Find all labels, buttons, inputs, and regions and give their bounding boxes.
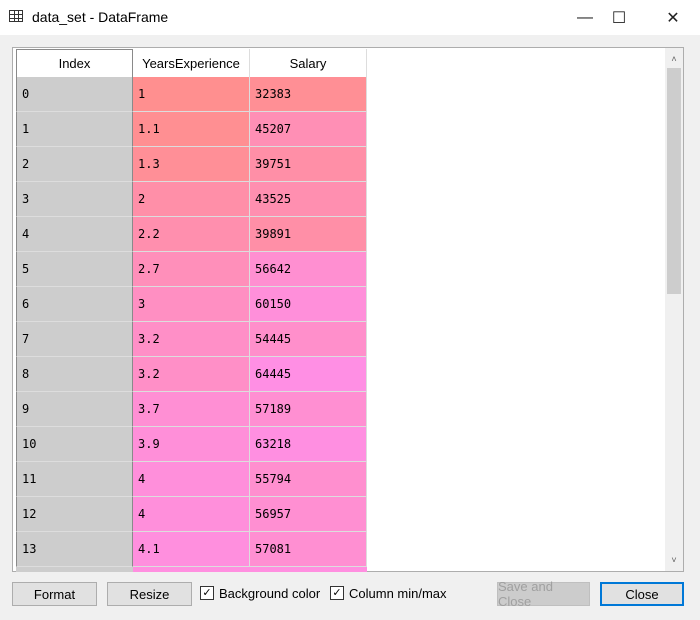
salary-cell[interactable]: 64445 xyxy=(250,357,367,392)
salary-cell[interactable]: 63218 xyxy=(250,427,367,462)
index-cell[interactable]: 6 xyxy=(16,287,133,322)
years-experience-cell[interactable]: 2.2 xyxy=(133,217,250,252)
header-salary[interactable]: Salary xyxy=(250,49,367,77)
index-cell[interactable]: 10 xyxy=(16,427,133,462)
years-experience-cell[interactable]: 4 xyxy=(133,462,250,497)
salary-cell[interactable]: 56642 xyxy=(250,252,367,287)
scrollbar-thumb[interactable] xyxy=(667,68,681,294)
years-experience-cell[interactable]: 3.2 xyxy=(133,357,250,392)
column-minmax-label: Column min/max xyxy=(349,586,447,601)
maximize-button[interactable]: ☐ xyxy=(596,0,642,35)
table-icon xyxy=(9,10,23,22)
index-cell[interactable]: 4 xyxy=(16,217,133,252)
index-cell[interactable]: 5 xyxy=(16,252,133,287)
years-experience-cell[interactable]: 2 xyxy=(133,182,250,217)
salary-cell[interactable]: 39751 xyxy=(250,147,367,182)
resize-button[interactable]: Resize xyxy=(107,582,192,606)
index-cell[interactable]: 3 xyxy=(16,182,133,217)
years-experience-cell[interactable]: 3.9 xyxy=(133,427,250,462)
header-years-experience[interactable]: YearsExperience xyxy=(133,49,250,77)
close-window-button[interactable]: ✕ xyxy=(650,0,696,35)
years-experience-cell[interactable]: 3.7 xyxy=(133,392,250,427)
index-cell[interactable]: 7 xyxy=(16,322,133,357)
partial-row xyxy=(16,567,367,572)
salary-cell[interactable]: 45207 xyxy=(250,112,367,147)
years-experience-cell[interactable]: 4 xyxy=(133,497,250,532)
years-experience-cell[interactable]: 3.2 xyxy=(133,322,250,357)
close-button[interactable]: Close xyxy=(600,582,684,606)
vertical-scrollbar[interactable]: ˄ ˅ xyxy=(665,48,683,571)
salary-cell[interactable]: 39891 xyxy=(250,217,367,252)
index-cell[interactable]: 9 xyxy=(16,392,133,427)
index-cell[interactable]: 13 xyxy=(16,532,133,567)
dataframe-table[interactable]: Index YearsExperience Salary 0 1 32383 1 1.1 452… xyxy=(12,47,684,572)
salary-cell[interactable]: 56957 xyxy=(250,497,367,532)
title-bar: data_set - DataFrame — ☐ ✕ xyxy=(0,0,700,35)
format-button[interactable]: Format xyxy=(12,582,97,606)
scroll-down-icon[interactable]: ˅ xyxy=(665,551,683,569)
salary-cell[interactable]: 32383 xyxy=(250,77,367,112)
background-color-checkbox[interactable]: ✓ xyxy=(200,586,214,600)
index-cell[interactable]: 12 xyxy=(16,497,133,532)
years-experience-cell[interactable]: 4.1 xyxy=(133,532,250,567)
background-color-label: Background color xyxy=(219,586,321,601)
salary-cell[interactable]: 60150 xyxy=(250,287,367,322)
index-cell[interactable]: 8 xyxy=(16,357,133,392)
index-cell[interactable]: 0 xyxy=(16,77,133,112)
index-cell[interactable]: 11 xyxy=(16,462,133,497)
salary-cell[interactable]: 54445 xyxy=(250,322,367,357)
years-experience-cell[interactable]: 3 xyxy=(133,287,250,322)
column-minmax-checkbox[interactable]: ✓ xyxy=(330,586,344,600)
years-experience-cell[interactable]: 1.1 xyxy=(133,112,250,147)
salary-cell[interactable]: 43525 xyxy=(250,182,367,217)
index-cell[interactable]: 1 xyxy=(16,112,133,147)
index-cell[interactable]: 2 xyxy=(16,147,133,182)
salary-cell[interactable]: 57081 xyxy=(250,532,367,567)
years-experience-cell[interactable]: 2.7 xyxy=(133,252,250,287)
salary-cell[interactable]: 57189 xyxy=(250,392,367,427)
save-and-close-button[interactable]: Save and Close xyxy=(497,579,590,609)
years-experience-cell[interactable]: 1.3 xyxy=(133,147,250,182)
scroll-up-icon[interactable]: ˄ xyxy=(665,50,683,68)
header-index[interactable]: Index xyxy=(16,49,133,77)
salary-cell[interactable]: 55794 xyxy=(250,462,367,497)
years-experience-cell[interactable]: 1 xyxy=(133,77,250,112)
window-title: data_set - DataFrame xyxy=(32,9,169,25)
